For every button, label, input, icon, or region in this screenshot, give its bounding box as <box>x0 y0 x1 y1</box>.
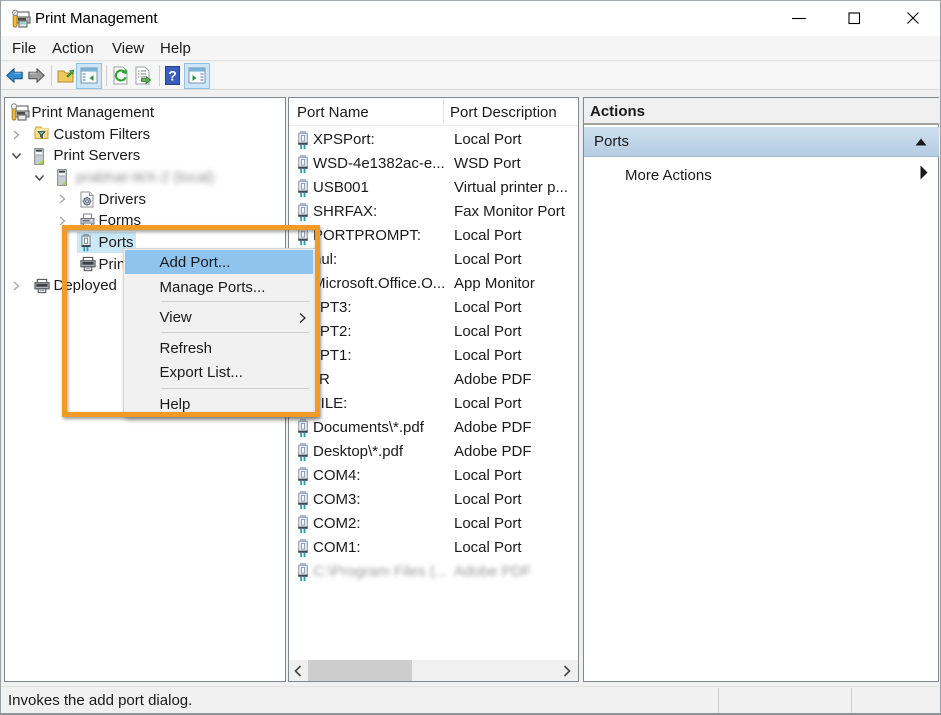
svg-text:?: ? <box>168 68 177 84</box>
